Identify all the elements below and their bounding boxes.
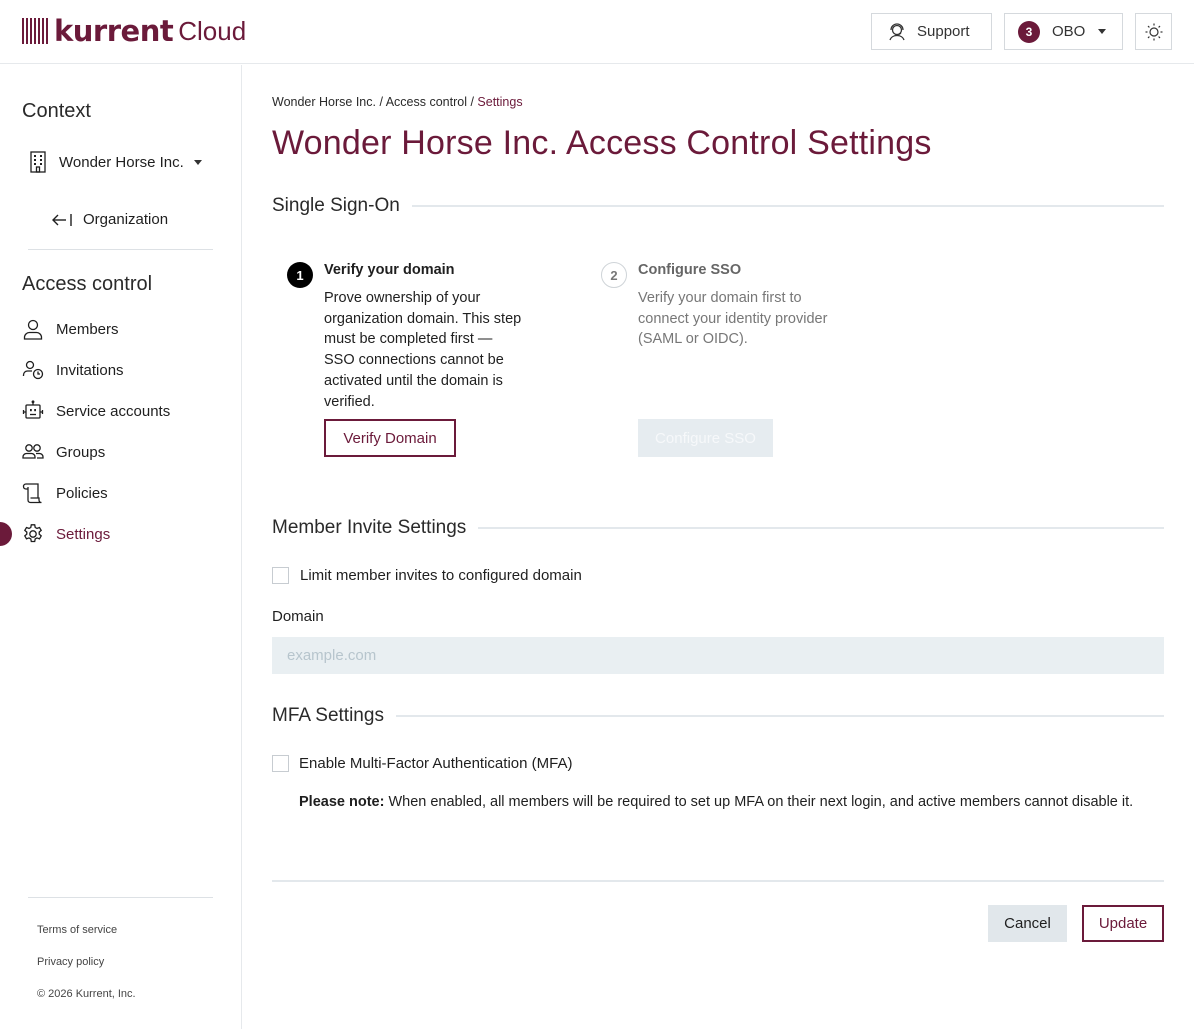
copyright-text: © 2026 Kurrent, Inc.: [37, 988, 136, 1000]
headset-icon: [889, 22, 905, 40]
breadcrumb: Wonder Horse Inc. / Access control / Set…: [272, 95, 523, 109]
sidebar-item-label: Settings: [56, 525, 111, 543]
verify-domain-button[interactable]: Verify Domain: [324, 419, 456, 457]
actions-divider: [272, 880, 1164, 882]
step-description-line: must be completed first —: [324, 331, 493, 348]
support-label: Support: [917, 23, 970, 40]
domain-input[interactable]: example.com: [272, 637, 1164, 674]
step-description-line: activated until the domain is: [324, 372, 503, 389]
mfa-section-heading: MFA Settings: [272, 705, 1164, 727]
sidebar-footer-divider: [28, 897, 213, 898]
sso-heading-text: Single Sign-On: [272, 195, 400, 216]
sso-section-heading: Single Sign-On: [272, 195, 1164, 217]
step-description-line: Prove ownership of your: [324, 290, 481, 306]
invite-section-heading: Member Invite Settings: [272, 517, 1164, 539]
step-number-badge: 1: [287, 262, 313, 288]
building-icon: [30, 151, 46, 173]
context-heading: Context: [22, 100, 91, 122]
section-divider: [478, 527, 1164, 529]
limit-invites-checkbox-row[interactable]: Limit member invites to configured domai…: [272, 567, 582, 584]
mfa-note-text: When enabled, all members will be requir…: [384, 794, 1134, 810]
breadcrumb-separator: /: [375, 95, 386, 109]
org-switcher-label: OBO: [1052, 23, 1086, 40]
sidebar-item-groups[interactable]: Groups: [22, 439, 105, 465]
enable-mfa-checkbox[interactable]: [272, 755, 289, 772]
back-to-organization-link[interactable]: Organization: [51, 211, 168, 228]
caret-down-icon: [193, 159, 202, 165]
step-description-line: SSO connections cannot be: [324, 352, 504, 369]
step-description-line: connect your identity provider: [638, 310, 828, 327]
kurrent-logo[interactable]: kurrent Cloud: [22, 13, 246, 49]
breadcrumb-org-link[interactable]: Wonder Horse Inc.: [272, 95, 376, 109]
arrow-left-bar-icon: [52, 213, 72, 226]
sidebar-item-policies[interactable]: Policies: [22, 480, 108, 506]
step-description-line: Verify your domain first to: [638, 290, 802, 306]
active-indicator: [0, 522, 12, 546]
mfa-note-bold: Please note:: [299, 794, 385, 810]
back-label: Organization: [83, 211, 169, 228]
cancel-button[interactable]: Cancel: [988, 905, 1067, 942]
users-icon: [22, 444, 44, 459]
user-icon: [23, 319, 43, 340]
step-description: Verify your domain first to connect your…: [638, 288, 827, 350]
sidebar-item-label: Groups: [56, 443, 106, 461]
user-clock-icon: [22, 360, 44, 380]
org-switcher-button[interactable]: 3 OBO: [1004, 13, 1123, 50]
invite-heading-text: Member Invite Settings: [272, 517, 467, 538]
breadcrumb-separator: /: [467, 95, 478, 109]
step-description: Prove ownership of your organization dom…: [324, 288, 521, 412]
sidebar-item-service-accounts[interactable]: Service accounts: [22, 398, 170, 424]
step-description-line: verified.: [324, 393, 375, 410]
top-header: kurrent Cloud Support 3 OBO: [0, 0, 1194, 64]
step-description-line: (SAML or OIDC).: [638, 331, 748, 348]
section-divider: [411, 205, 1164, 207]
mfa-heading-text: MFA Settings: [272, 705, 384, 726]
sidebar-item-label: Policies: [56, 484, 108, 502]
support-button[interactable]: Support: [871, 13, 992, 50]
mfa-note: Please note: When enabled, all members w…: [299, 793, 1159, 811]
breadcrumb-current: Settings: [477, 95, 523, 109]
access-control-heading: Access control: [22, 273, 153, 295]
limit-invites-label: Limit member invites to configured domai…: [300, 567, 582, 584]
sun-icon: [1145, 23, 1162, 40]
sidebar: Context Wonder Horse Inc. Organization A…: [0, 65, 242, 1029]
brand-name: kurrent: [54, 14, 174, 48]
sidebar-divider: [28, 249, 213, 250]
step-number-badge: 2: [601, 262, 627, 288]
context-select[interactable]: Wonder Horse Inc.: [28, 151, 202, 173]
sidebar-item-label: Invitations: [56, 361, 124, 379]
update-button[interactable]: Update: [1082, 905, 1164, 942]
context-value: Wonder Horse Inc.: [59, 153, 184, 171]
privacy-policy-link[interactable]: Privacy policy: [37, 956, 104, 968]
product-name: Cloud: [178, 16, 247, 46]
sidebar-item-label: Members: [56, 320, 119, 338]
step-description-line: organization domain. This step: [324, 310, 522, 327]
org-count-badge: 3: [1018, 20, 1040, 43]
sidebar-item-label: Service accounts: [56, 402, 171, 420]
scroll-icon: [22, 483, 42, 504]
breadcrumb-access-control-link[interactable]: Access control: [386, 95, 467, 109]
step-title: Verify your domain: [324, 262, 455, 278]
domain-label: Domain: [272, 608, 324, 625]
sidebar-item-invitations[interactable]: Invitations: [22, 357, 124, 383]
theme-toggle-button[interactable]: [1135, 13, 1172, 50]
enable-mfa-label: Enable Multi-Factor Authentication (MFA): [299, 755, 573, 772]
terms-of-service-link[interactable]: Terms of service: [37, 924, 117, 936]
enable-mfa-checkbox-row[interactable]: Enable Multi-Factor Authentication (MFA): [272, 755, 572, 772]
caret-down-icon: [1098, 29, 1107, 34]
section-divider: [395, 715, 1164, 717]
robot-icon: [22, 400, 44, 419]
gear-icon: [23, 524, 43, 543]
configure-sso-button[interactable]: Configure SSO: [638, 419, 773, 457]
sidebar-item-members[interactable]: Members: [22, 316, 119, 342]
page-title: Wonder Horse Inc. Access Control Setting…: [272, 124, 932, 162]
limit-invites-checkbox[interactable]: [272, 567, 289, 584]
sidebar-item-settings[interactable]: Settings: [22, 521, 110, 547]
step-title: Configure SSO: [638, 262, 742, 278]
kurrent-bars-logo-icon: [22, 18, 48, 44]
